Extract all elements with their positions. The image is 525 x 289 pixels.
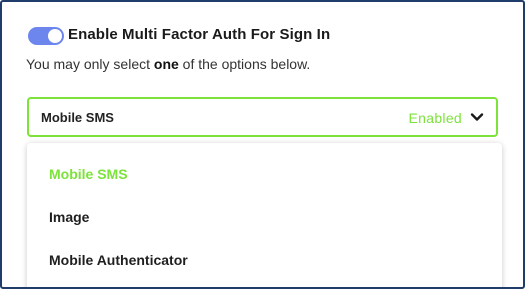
mfa-toggle[interactable]: [28, 27, 64, 45]
mfa-settings-panel: Enable Multi Factor Auth For Sign In You…: [0, 0, 525, 289]
option-mobile-sms[interactable]: Mobile SMS: [49, 166, 128, 182]
mfa-title: Enable Multi Factor Auth For Sign In: [68, 26, 331, 43]
chevron-down-icon[interactable]: [469, 109, 485, 125]
enabled-status: Enabled: [408, 110, 462, 126]
option-mobile-authenticator[interactable]: Mobile Authenticator: [49, 252, 188, 268]
select-value: Mobile SMS: [41, 110, 114, 125]
toggle-knob: [48, 29, 62, 43]
mfa-options-dropdown: Mobile SMS Image Mobile Authenticator: [27, 143, 502, 287]
mfa-method-select[interactable]: Mobile SMS Enabled: [27, 97, 498, 137]
hint-bold: one: [153, 56, 179, 72]
hint-suffix: of the options below.: [178, 56, 311, 72]
option-image[interactable]: Image: [49, 209, 89, 225]
selection-hint: You may only select one of the options b…: [26, 56, 310, 72]
hint-prefix: You may only select: [26, 56, 154, 72]
